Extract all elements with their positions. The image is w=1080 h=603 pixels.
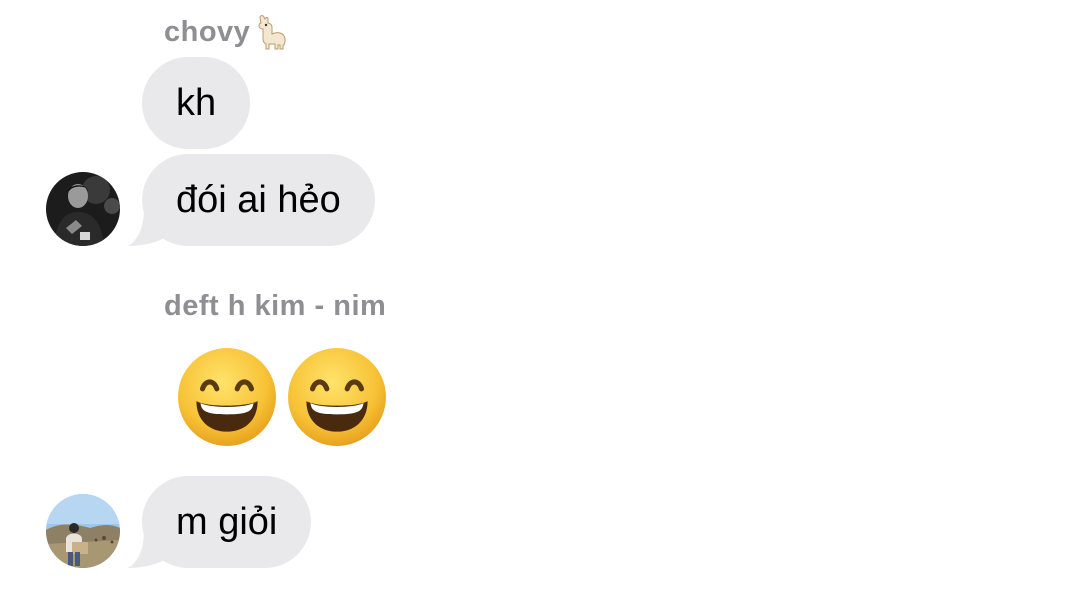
sender-name-label: deft h kim - nim	[164, 289, 387, 322]
emoji-message[interactable]	[176, 346, 388, 448]
sender-name[interactable]: chovy	[164, 14, 288, 50]
sender-name[interactable]: deft h kim - nim	[164, 288, 386, 324]
avatar[interactable]	[46, 494, 120, 568]
message-text: kh	[176, 81, 217, 124]
message-bubble[interactable]: đói ai hẻo	[142, 154, 375, 246]
message-text: đói ai hẻo	[176, 178, 341, 221]
chat-thread: chovy kh đói ai hẻo deft h kim - nim m g…	[0, 0, 1080, 603]
sender-name-label: chovy	[164, 15, 251, 48]
llama-icon	[258, 15, 286, 50]
message-text: m giỏi	[176, 500, 278, 543]
avatar-photo	[46, 494, 120, 568]
grinning-face-icon	[178, 348, 276, 446]
grinning-face-icon	[288, 348, 386, 446]
avatar-photo	[46, 172, 120, 246]
message-bubble[interactable]: kh	[142, 57, 251, 149]
message-bubble[interactable]: m giỏi	[142, 476, 312, 568]
avatar[interactable]	[46, 172, 120, 246]
